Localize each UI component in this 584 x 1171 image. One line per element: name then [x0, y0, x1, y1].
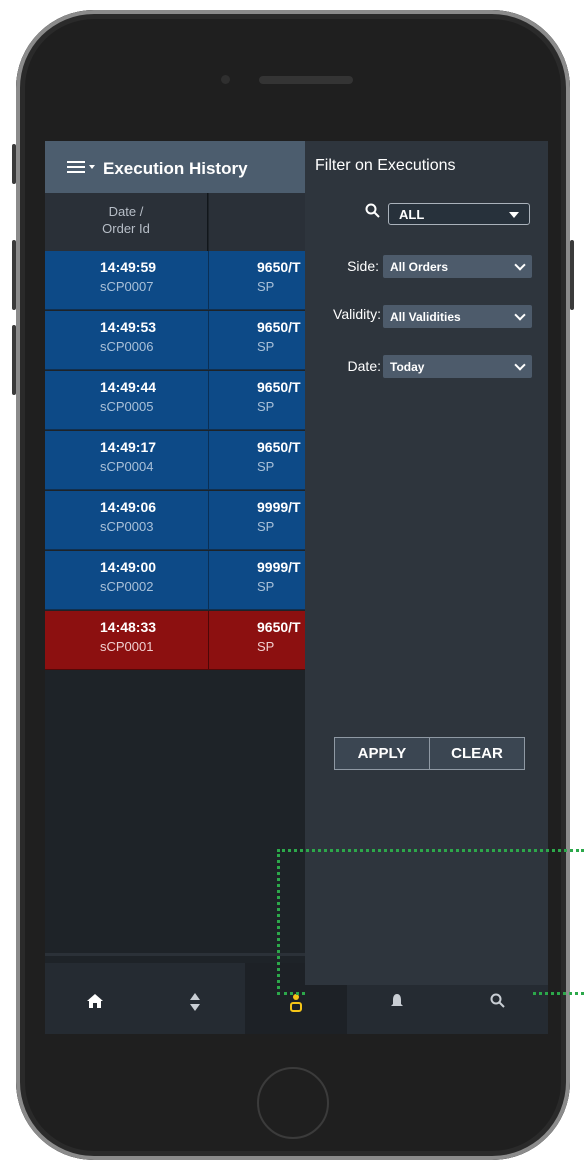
menu-caret-icon[interactable] — [89, 165, 95, 169]
nav-home[interactable] — [45, 963, 145, 1034]
row-tenor: SP — [257, 519, 275, 534]
chevron-down-icon — [514, 259, 526, 271]
validity-label: Validity: — [333, 306, 381, 322]
validity-select[interactable]: All Validities — [383, 305, 532, 328]
updown-arrows-icon — [190, 993, 200, 1011]
highlight-box-bottom-right — [533, 992, 584, 995]
page-title: Execution History — [103, 159, 248, 178]
search-icon — [490, 993, 505, 1008]
filter-search-select[interactable]: ALL — [388, 203, 530, 225]
user-icon — [290, 994, 302, 1012]
row-order-id: sCP0003 — [100, 519, 154, 534]
row-tenor: SP — [257, 459, 275, 474]
date-label: Date: — [347, 358, 381, 374]
chevron-down-icon — [514, 309, 526, 321]
column-header-date-line2: Order Id — [102, 221, 150, 236]
column-header-date[interactable]: Date / Order Id — [45, 193, 208, 251]
bell-icon — [391, 994, 403, 1006]
speaker — [259, 76, 353, 84]
camera — [221, 75, 230, 84]
volume-down-button — [12, 325, 16, 395]
side-select[interactable]: All Orders — [383, 255, 532, 278]
filter-search-value: ALL — [399, 207, 425, 222]
row-time: 14:49:44 — [100, 379, 157, 395]
caret-down-icon — [509, 212, 519, 218]
row-name: 9650/T — [257, 319, 301, 335]
row-name: 9650/T — [257, 619, 301, 635]
row-name: 9650/T — [257, 439, 301, 455]
highlight-box-top — [277, 849, 584, 852]
row-time: 14:49:53 — [100, 319, 157, 335]
row-order-id: sCP0002 — [100, 579, 154, 594]
side-label: Side: — [347, 258, 379, 274]
filter-panel: Filter on Executions ALL Side: All Order… — [305, 141, 548, 985]
search-icon — [365, 203, 380, 218]
home-hardware-button[interactable] — [257, 1067, 329, 1139]
highlight-box-left — [277, 849, 280, 995]
menu-icon[interactable] — [67, 161, 85, 173]
nav-orders[interactable] — [145, 963, 245, 1034]
row-name: 9999/T — [257, 499, 301, 515]
row-order-id: sCP0004 — [100, 459, 154, 474]
row-time: 14:48:33 — [100, 619, 157, 635]
row-name: 9999/T — [257, 559, 301, 575]
row-order-id: sCP0001 — [100, 639, 154, 654]
apply-button[interactable]: APPLY — [334, 737, 430, 770]
row-order-id: sCP0005 — [100, 399, 154, 414]
row-time: 14:49:17 — [100, 439, 157, 455]
volume-up-button — [12, 240, 16, 310]
row-tenor: SP — [257, 399, 275, 414]
chevron-down-icon — [514, 359, 526, 371]
row-name: 9650/T — [257, 379, 301, 395]
row-tenor: SP — [257, 339, 275, 354]
column-header-date-line1: Date / — [108, 204, 144, 219]
power-button — [570, 240, 574, 310]
row-time: 14:49:00 — [100, 559, 157, 575]
filter-panel-title: Filter on Executions — [315, 157, 456, 174]
row-tenor: SP — [257, 639, 275, 654]
home-icon — [87, 994, 103, 1008]
row-order-id: sCP0007 — [100, 279, 154, 294]
clear-button[interactable]: CLEAR — [429, 737, 525, 770]
row-name: 9650/T — [257, 259, 301, 275]
side-select-value: All Orders — [390, 260, 449, 274]
row-order-id: sCP0006 — [100, 339, 154, 354]
date-select[interactable]: Today — [383, 355, 532, 378]
row-tenor: SP — [257, 279, 275, 294]
validity-select-value: All Validities — [390, 310, 461, 324]
row-tenor: SP — [257, 579, 275, 594]
highlight-box-bottom-left — [277, 992, 305, 995]
row-time: 14:49:59 — [100, 259, 157, 275]
mute-switch — [12, 144, 16, 184]
date-select-value: Today — [390, 360, 425, 374]
row-time: 14:49:06 — [100, 499, 157, 515]
